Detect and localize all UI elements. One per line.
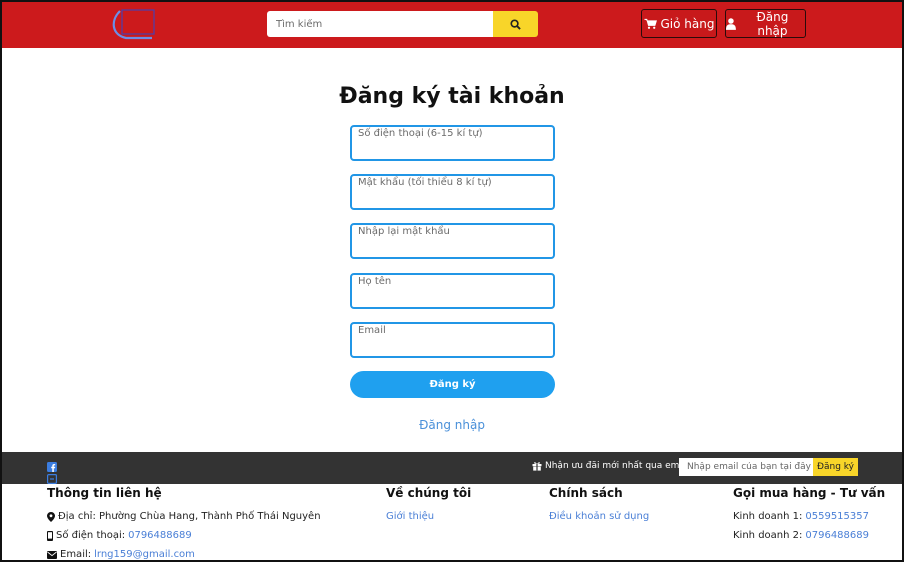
address-text: Địa chỉ: Phường Chùa Hang, Thành Phố Thá… [58, 511, 321, 522]
facebook-icon[interactable] [47, 457, 57, 472]
login-label: Đăng nhập [756, 9, 789, 38]
register-button[interactable]: Đăng ký [350, 371, 555, 398]
cart-icon [643, 18, 657, 29]
footer-about-heading: Về chúng tôi [386, 486, 472, 500]
share-icon[interactable] [47, 469, 58, 485]
sales1-label: Kinh doanh 1: [733, 511, 803, 522]
newsletter-bar: Nhận ưu đãi mới nhất qua email Đăng ký [2, 452, 902, 485]
footer-contact-heading: Thông tin liên hệ [47, 486, 162, 500]
about-link[interactable]: Giới thiệu [386, 511, 434, 522]
user-icon [726, 17, 736, 30]
sales2-link[interactable]: 0796488689 [805, 530, 869, 541]
email-field[interactable] [350, 322, 555, 358]
site-logo[interactable] [108, 5, 156, 43]
footer-policy-heading: Chính sách [549, 486, 623, 500]
email-row: Email: lrng159@gmail.com [47, 545, 321, 562]
phone-link[interactable]: 0796488689 [128, 530, 192, 541]
phone-field[interactable] [350, 125, 555, 161]
sales2-label: Kinh doanh 2: [733, 530, 803, 541]
header: Giỏ hàng Đăng nhập [2, 2, 902, 48]
page-title: Đăng ký tài khoản [339, 84, 565, 109]
sales1-row: Kinh doanh 1: 0559515357 [733, 507, 885, 526]
map-marker-icon [47, 511, 55, 522]
mobile-icon [47, 530, 53, 541]
footer-about: Về chúng tôi Giới thiệu [386, 486, 471, 526]
newsletter-email-input[interactable] [679, 458, 813, 476]
phone-row: Số điện thoại: 0796488689 [47, 526, 321, 545]
phone-label: Số điện thoại: [56, 530, 126, 541]
social-links [47, 457, 58, 485]
email-label: Email: [60, 549, 92, 560]
search-bar [267, 11, 538, 37]
login-link[interactable]: Đăng nhập [2, 418, 902, 432]
newsletter-text: Nhận ưu đãi mới nhất qua email [545, 461, 690, 471]
email-link[interactable]: lrng159@gmail.com [94, 549, 195, 560]
confirm-password-field[interactable] [350, 223, 555, 259]
footer-policy: Chính sách Điều khoản sử dụng [549, 486, 649, 526]
terms-link[interactable]: Điều khoản sử dụng [549, 511, 649, 522]
footer-contact: Thông tin liên hệ Địa chỉ: Phường Chùa H… [47, 486, 321, 562]
fullname-field[interactable] [350, 273, 555, 309]
cart-label: Giỏ hàng [660, 16, 715, 31]
newsletter-label: Nhận ưu đãi mới nhất qua email [532, 461, 690, 471]
search-icon [510, 18, 521, 30]
newsletter-subscribe-button[interactable]: Đăng ký [813, 458, 858, 476]
login-button[interactable]: Đăng nhập [725, 9, 806, 38]
sales2-row: Kinh doanh 2: 0796488689 [733, 526, 885, 545]
cart-button[interactable]: Giỏ hàng [641, 9, 717, 38]
search-button[interactable] [493, 11, 538, 37]
password-field[interactable] [350, 174, 555, 210]
address-row: Địa chỉ: Phường Chùa Hang, Thành Phố Thá… [47, 507, 321, 526]
footer-hotline-heading: Gọi mua hàng - Tư vấn [733, 486, 886, 500]
sales1-link[interactable]: 0559515357 [805, 511, 869, 522]
footer-hotline: Gọi mua hàng - Tư vấn Kinh doanh 1: 0559… [733, 486, 885, 545]
gift-icon [532, 462, 542, 471]
search-input[interactable] [267, 11, 493, 37]
envelope-icon [47, 550, 57, 559]
